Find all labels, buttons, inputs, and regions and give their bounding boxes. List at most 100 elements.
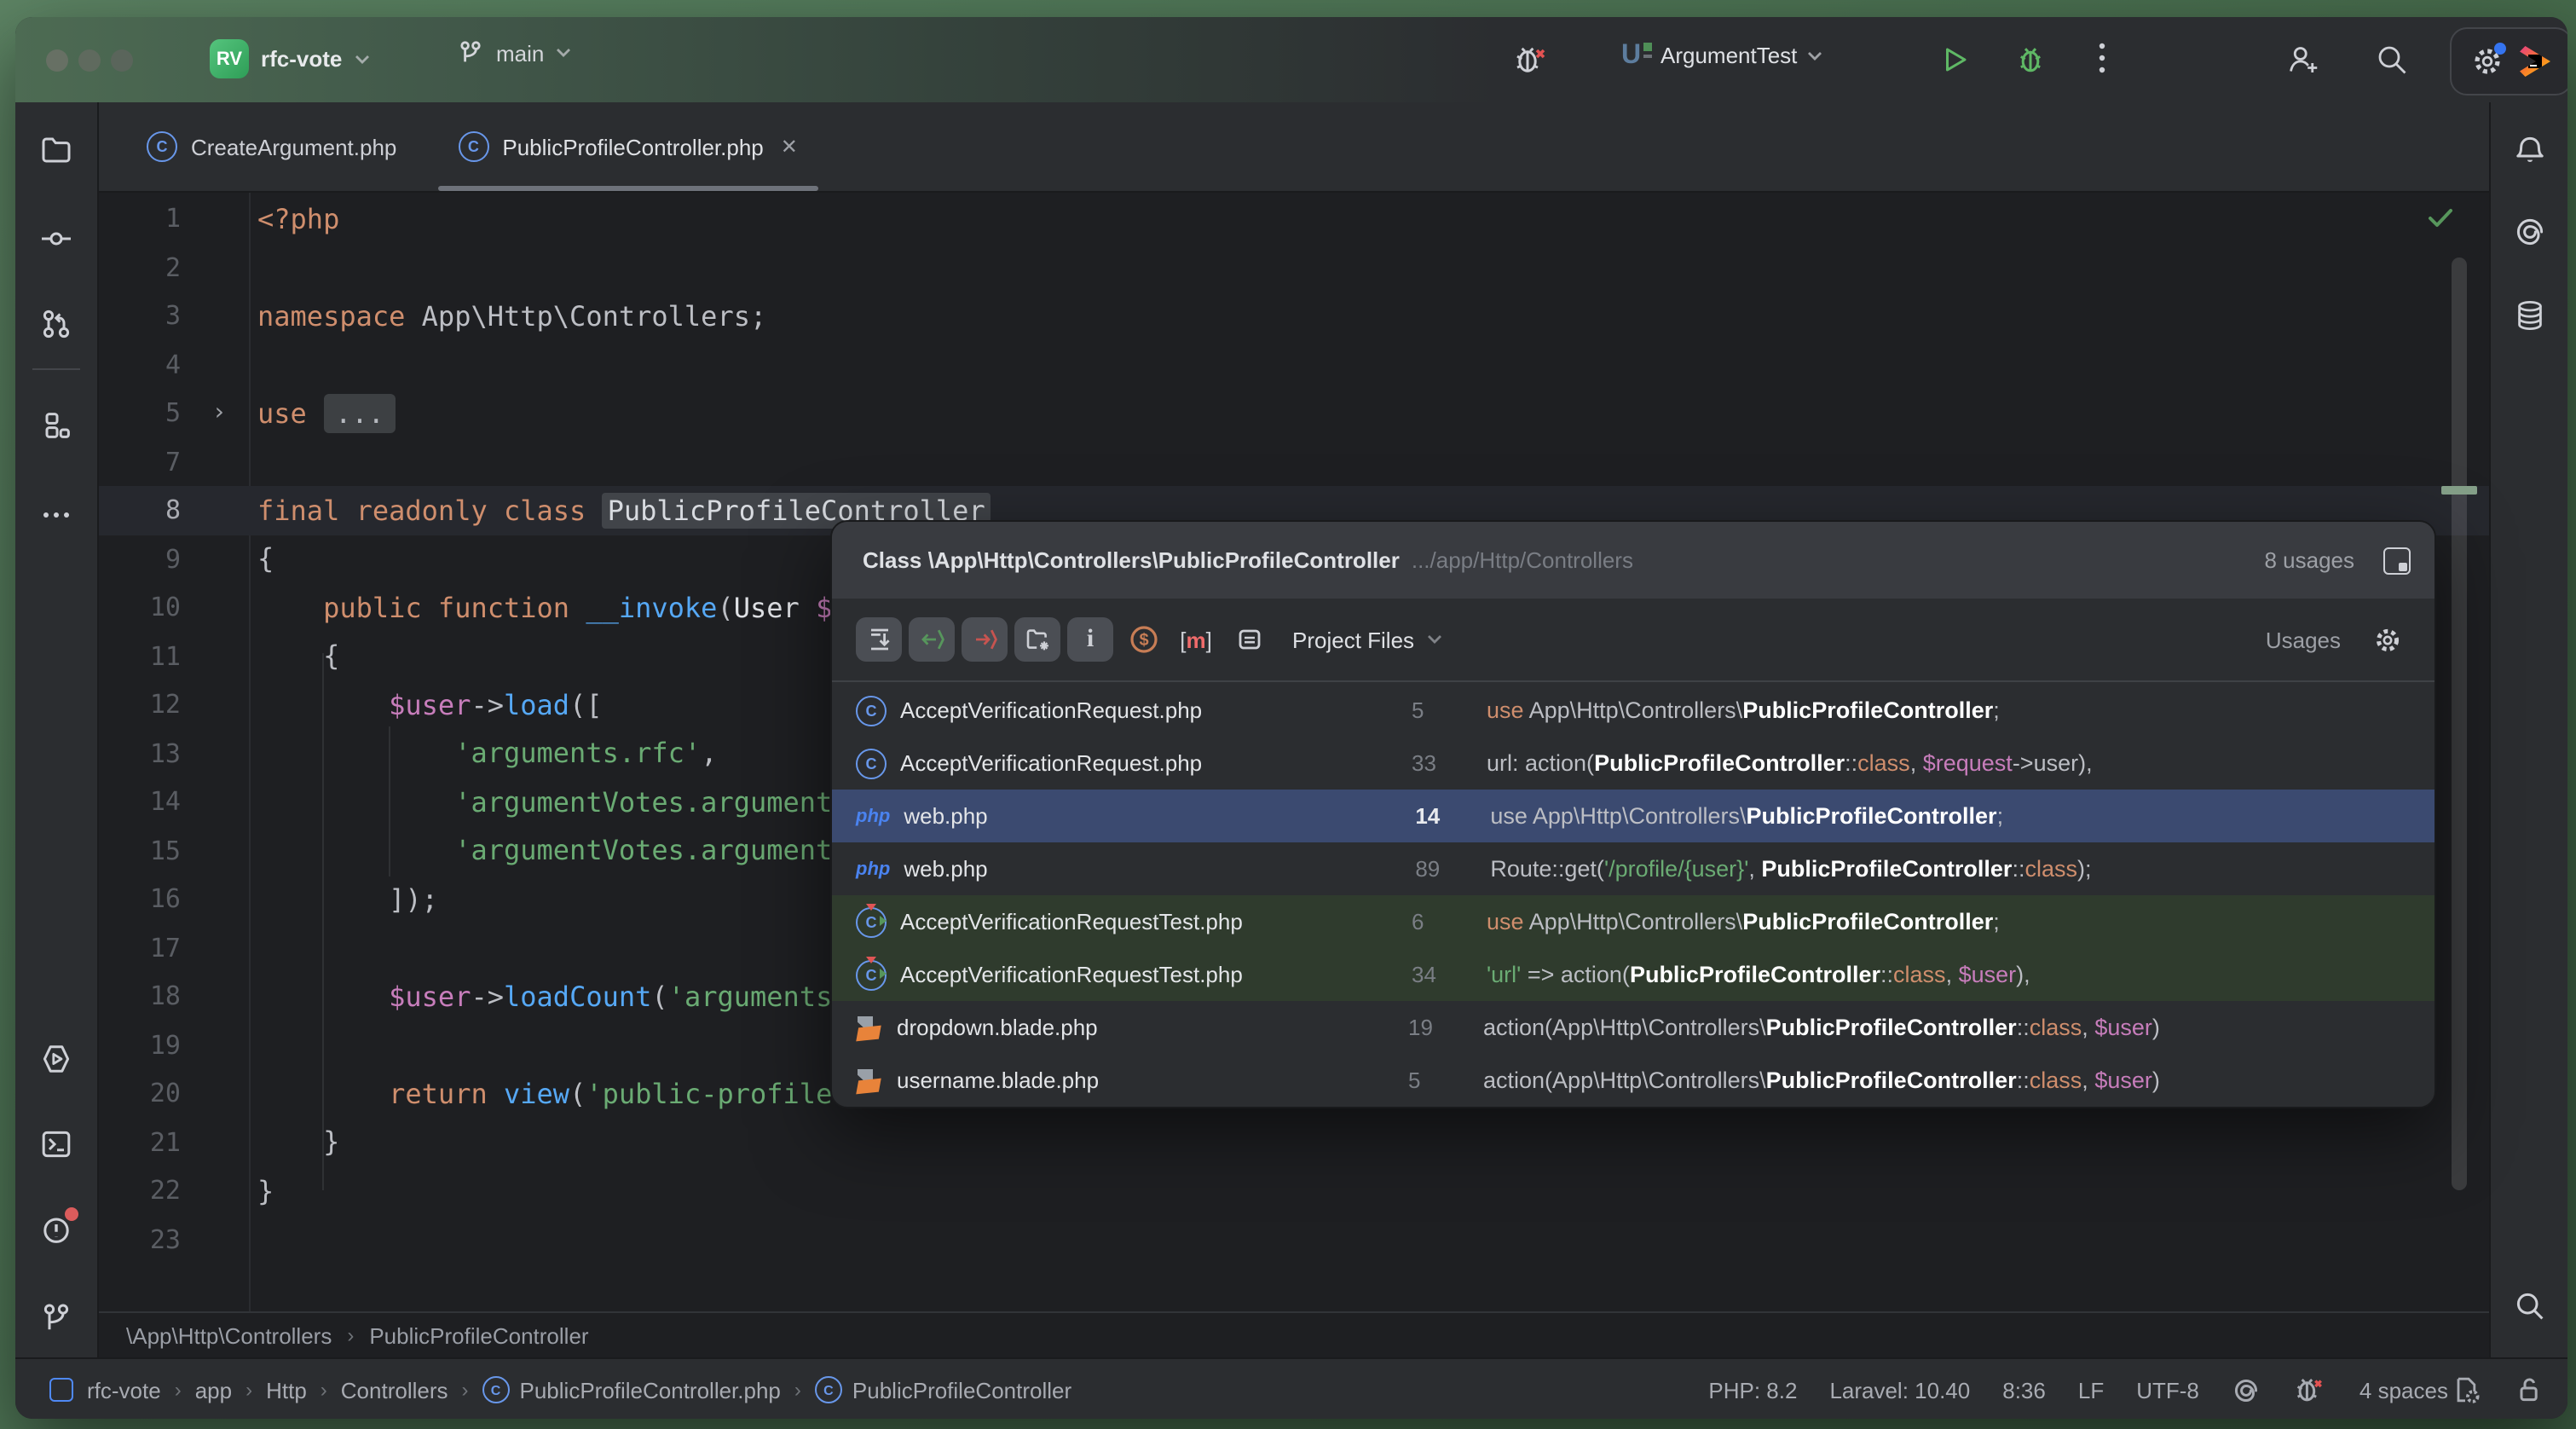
more-actions-button[interactable] bbox=[2099, 41, 2105, 75]
read-access-toggle[interactable] bbox=[909, 617, 955, 662]
more-tool-windows-icon[interactable] bbox=[39, 498, 73, 532]
branch-name: main bbox=[496, 40, 544, 66]
status-breadcrumb-item[interactable]: rfc-vote bbox=[87, 1377, 161, 1403]
usage-line-number: 6 bbox=[1412, 909, 1487, 934]
tab-bar: C CreateArgument.php C PublicProfileCont… bbox=[99, 102, 2489, 193]
problems-icon[interactable] bbox=[39, 1212, 73, 1247]
usage-file-name: web.php bbox=[904, 856, 1415, 882]
commit-icon[interactable] bbox=[39, 222, 73, 256]
ai-assistant-icon[interactable] bbox=[2512, 215, 2546, 249]
chevron-down-icon bbox=[1426, 634, 1441, 645]
preview-card-toggle[interactable] bbox=[1226, 617, 1272, 662]
search-icon bbox=[2375, 43, 2409, 77]
terminal-icon[interactable] bbox=[39, 1127, 73, 1161]
ai-assistant-status-icon[interactable] bbox=[2232, 1375, 2261, 1404]
breadcrumb-separator: › bbox=[462, 1378, 469, 1402]
usage-count-badge: 8 usages bbox=[2264, 547, 2354, 573]
indent-widget[interactable]: 4 spaces bbox=[2359, 1374, 2482, 1405]
run-button[interactable] bbox=[1937, 43, 1971, 77]
unlocked-icon[interactable] bbox=[2515, 1374, 2544, 1405]
mute-breakpoints-button[interactable] bbox=[1512, 43, 1550, 77]
show-import-statements-toggle[interactable]: i bbox=[1067, 617, 1113, 662]
branch-widget[interactable]: main bbox=[457, 39, 571, 67]
database-icon[interactable] bbox=[2512, 298, 2546, 333]
project-folder-icon[interactable] bbox=[39, 133, 73, 167]
tab-public-profile-controller[interactable]: C PublicProfileController.php ✕ bbox=[427, 102, 829, 191]
caret-position[interactable]: 8:36 bbox=[2002, 1377, 2046, 1403]
usage-list: CAcceptVerificationRequest.php5use App\H… bbox=[832, 684, 2434, 1107]
laravel-version[interactable]: Laravel: 10.40 bbox=[1829, 1377, 1970, 1403]
code-line[interactable]: 1<?php bbox=[99, 194, 2489, 243]
scope-selector[interactable]: Project Files bbox=[1292, 627, 1441, 652]
notifications-bell-icon[interactable] bbox=[2512, 133, 2546, 167]
popup-toolbar: i $ [m] Project Files Usages bbox=[832, 599, 2434, 682]
editor-breadcrumbs[interactable]: \App\Http\Controllers › PublicProfileCon… bbox=[99, 1311, 2489, 1357]
settings-button[interactable] bbox=[2472, 46, 2503, 77]
usage-row[interactable]: dropdown.blade.php19action(App\Http\Cont… bbox=[832, 1001, 2434, 1054]
editor-scrollbar[interactable] bbox=[2452, 257, 2467, 1190]
scroll-to-source-toggle[interactable] bbox=[856, 617, 902, 662]
method-usages-filter[interactable]: [m] bbox=[1173, 617, 1219, 662]
usage-row[interactable]: phpweb.php14use App\Http\Controllers\Pub… bbox=[832, 790, 2434, 842]
code-line[interactable]: 21 } bbox=[99, 1118, 2489, 1166]
tab-create-argument[interactable]: C CreateArgument.php bbox=[116, 102, 427, 191]
usage-row[interactable]: CAcceptVerificationRequestTest.php6use A… bbox=[832, 895, 2434, 948]
maximize-window-button[interactable] bbox=[111, 49, 133, 72]
code-line[interactable]: 4 bbox=[99, 340, 2489, 389]
status-breadcrumb-item[interactable]: app bbox=[195, 1377, 232, 1403]
popup-header[interactable]: Class \App\Http\Controllers\PublicProfil… bbox=[832, 522, 2434, 599]
inspections-ok-check-icon[interactable] bbox=[2428, 208, 2453, 229]
project-widget[interactable]: RV rfc-vote bbox=[210, 39, 369, 78]
code-line[interactable]: 3namespace App\Http\Controllers; bbox=[99, 292, 2489, 340]
line-ending[interactable]: LF bbox=[2078, 1377, 2104, 1403]
code-line[interactable]: 2 bbox=[99, 243, 2489, 292]
usage-row[interactable]: username.blade.php5action(App\Http\Contr… bbox=[832, 1054, 2434, 1107]
write-access-toggle[interactable] bbox=[962, 617, 1008, 662]
minimize-window-button[interactable] bbox=[78, 49, 101, 72]
php-version[interactable]: PHP: 8.2 bbox=[1708, 1377, 1797, 1403]
git-branch-icon bbox=[457, 39, 484, 67]
usage-row[interactable]: CAcceptVerificationRequestTest.php34'url… bbox=[832, 948, 2434, 1001]
code-line[interactable]: 23 bbox=[99, 1215, 2489, 1264]
php-file-icon: php bbox=[856, 859, 890, 879]
popup-path: .../app/Http/Controllers bbox=[1412, 547, 2253, 573]
jetbrains-logo[interactable] bbox=[2520, 46, 2550, 77]
usages-label: Usages bbox=[2266, 627, 2341, 652]
usage-code-preview: use App\Http\Controllers\PublicProfileCo… bbox=[1490, 803, 2003, 829]
usage-line-number: 89 bbox=[1415, 856, 1490, 882]
popup-settings-button[interactable] bbox=[2365, 617, 2411, 662]
tab-label: PublicProfileController.php bbox=[502, 134, 763, 159]
tab-label: CreateArgument.php bbox=[191, 134, 396, 159]
usage-row[interactable]: CAcceptVerificationRequest.php5use App\H… bbox=[832, 684, 2434, 737]
code-line[interactable]: 7 bbox=[99, 437, 2489, 486]
code-with-me-button[interactable] bbox=[2286, 43, 2320, 77]
mute-breakpoints-status-icon[interactable] bbox=[2293, 1374, 2327, 1405]
status-bar: rfc-vote›app›Http›Controllers›CPublicPro… bbox=[15, 1357, 2567, 1419]
code-line[interactable]: 5›use ... bbox=[99, 389, 2489, 437]
structure-icon[interactable] bbox=[39, 409, 73, 443]
usage-code-preview: use App\Http\Controllers\PublicProfileCo… bbox=[1487, 909, 2000, 934]
breadcrumb-namespace[interactable]: \App\Http\Controllers bbox=[126, 1322, 332, 1348]
group-by-usage-type-toggle[interactable] bbox=[1014, 617, 1060, 662]
git-tool-icon[interactable] bbox=[39, 1301, 73, 1335]
usage-row[interactable]: CAcceptVerificationRequest.php33url: act… bbox=[832, 737, 2434, 790]
open-in-tool-window-icon[interactable] bbox=[2383, 547, 2411, 574]
code-line[interactable]: 22} bbox=[99, 1166, 2489, 1215]
breadcrumb-class[interactable]: PublicProfileController bbox=[369, 1322, 588, 1348]
play-icon bbox=[1937, 43, 1971, 77]
encoding[interactable]: UTF-8 bbox=[2136, 1377, 2199, 1403]
services-icon[interactable] bbox=[39, 1042, 73, 1076]
status-breadcrumb-item[interactable]: CPublicProfileController bbox=[815, 1376, 1071, 1403]
close-window-button[interactable] bbox=[46, 49, 68, 72]
status-breadcrumb-item[interactable]: Controllers bbox=[341, 1377, 448, 1403]
status-breadcrumb-item[interactable]: CPublicProfileController.php bbox=[482, 1376, 781, 1403]
pull-requests-icon[interactable] bbox=[39, 307, 73, 341]
debug-button[interactable] bbox=[2013, 43, 2048, 77]
status-breadcrumb-item[interactable]: Http bbox=[266, 1377, 307, 1403]
search-everywhere-button[interactable] bbox=[2375, 43, 2409, 77]
static-members-filter[interactable]: $ bbox=[1120, 617, 1166, 662]
close-tab-icon[interactable]: ✕ bbox=[781, 135, 798, 159]
find-magnifier-icon[interactable] bbox=[2512, 1289, 2546, 1323]
usage-row[interactable]: phpweb.php89Route::get('/profile/{user}'… bbox=[832, 842, 2434, 895]
run-configuration-selector[interactable]: U ArgumentTest bbox=[1621, 39, 1822, 72]
